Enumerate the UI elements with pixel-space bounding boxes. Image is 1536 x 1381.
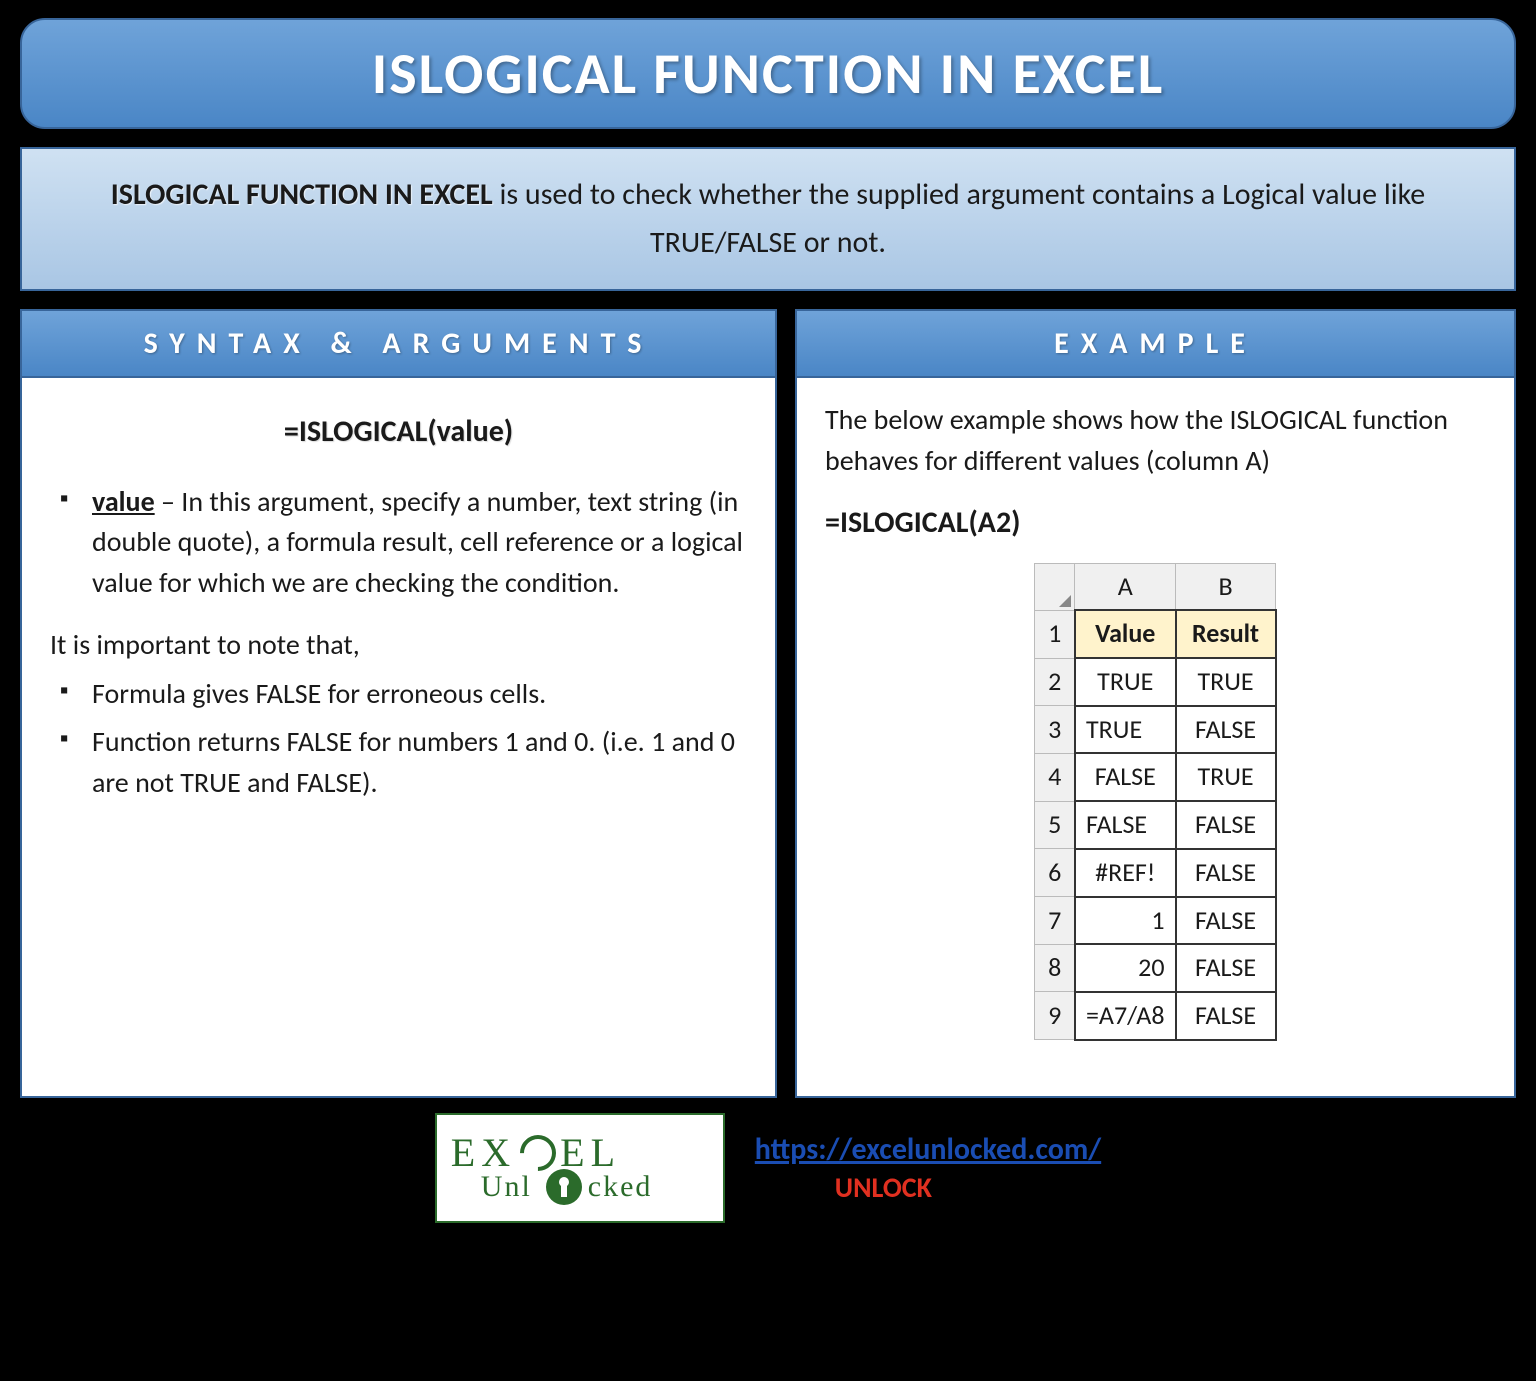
example-intro: The below example shows how the ISLOGICA…: [825, 400, 1486, 481]
footer-right: https://excelunlocked.com/ UNLOCK: [755, 1131, 1101, 1205]
keyhole-icon: [546, 1169, 582, 1205]
cell-a5: FALSE: [1075, 801, 1176, 849]
page-title: ISLOGICAL FUNCTION IN EXCEL: [42, 38, 1494, 109]
cell-b2: TRUE: [1176, 658, 1276, 706]
cell-a4: FALSE: [1075, 753, 1176, 801]
excel-table-wrap: A B 1 Value Result 2 TRUE TRUE 3: [825, 563, 1486, 1041]
argument-list: value – In this argument, specify a numb…: [50, 482, 747, 604]
cell-a7: 1: [1075, 897, 1176, 945]
columns: SYNTAX & ARGUMENTS =ISLOGICAL(value) val…: [20, 309, 1516, 1098]
cell-b4: TRUE: [1176, 753, 1276, 801]
logo-text-bottom: Unl: [481, 1170, 532, 1204]
header-cell-value: Value: [1075, 610, 1176, 658]
cell-a8: 20: [1075, 944, 1176, 992]
row-header: 2: [1035, 658, 1075, 706]
title-banner: ISLOGICAL FUNCTION IN EXCEL: [20, 18, 1516, 129]
syntax-header: SYNTAX & ARGUMENTS: [20, 309, 777, 378]
row-header: 1: [1035, 610, 1075, 658]
syntax-body: =ISLOGICAL(value) value – In this argume…: [20, 378, 777, 1098]
row-header: 7: [1035, 897, 1075, 945]
notes-intro: It is important to note that,: [50, 625, 747, 666]
notes-list: Formula gives FALSE for erroneous cells.…: [50, 674, 747, 804]
example-column: EXAMPLE The below example shows how the …: [795, 309, 1516, 1098]
footer-link[interactable]: https://excelunlocked.com/: [755, 1131, 1101, 1168]
row-header: 6: [1035, 849, 1075, 897]
cell-a9: =A7/A8: [1075, 992, 1176, 1040]
argument-label: value: [92, 484, 155, 519]
cell-a2: TRUE: [1075, 658, 1176, 706]
syntax-column: SYNTAX & ARGUMENTS =ISLOGICAL(value) val…: [20, 309, 777, 1098]
header-cell-result: Result: [1176, 610, 1276, 658]
cell-b9: FALSE: [1176, 992, 1276, 1040]
intro-box: ISLOGICAL FUNCTION IN EXCEL is used to c…: [20, 147, 1516, 291]
excel-table: A B 1 Value Result 2 TRUE TRUE 3: [1034, 563, 1276, 1041]
argument-desc: – In this argument, specify a number, te…: [92, 484, 743, 600]
cell-b7: FALSE: [1176, 897, 1276, 945]
example-body: The below example shows how the ISLOGICA…: [795, 378, 1516, 1098]
row-header: 8: [1035, 944, 1075, 992]
cell-b6: FALSE: [1176, 849, 1276, 897]
cell-b3: FALSE: [1176, 706, 1276, 754]
col-header-b: B: [1176, 563, 1276, 610]
cell-a3: TRUE: [1075, 706, 1176, 754]
row-header: 9: [1035, 992, 1075, 1040]
example-formula: =ISLOGICAL(A2): [825, 501, 1486, 545]
row-header: 5: [1035, 801, 1075, 849]
row-header: 3: [1035, 706, 1075, 754]
footer: EXEL Unl cked https://excelunlocked.com/…: [20, 1113, 1516, 1223]
note-item: Function returns FALSE for numbers 1 and…: [60, 722, 747, 803]
note-item: Formula gives FALSE for erroneous cells.: [60, 674, 747, 715]
intro-strong: ISLOGICAL FUNCTION IN EXCEL: [111, 176, 493, 213]
example-header: EXAMPLE: [795, 309, 1516, 378]
logo: EXEL Unl cked: [435, 1113, 725, 1223]
argument-item: value – In this argument, specify a numb…: [60, 482, 747, 604]
logo-text-bottom2: cked: [588, 1170, 653, 1204]
footer-unlock-text: UNLOCK: [835, 1170, 1101, 1205]
select-all-corner: [1035, 563, 1075, 610]
logo-text-top: EXEL: [451, 1133, 709, 1173]
syntax-formula: =ISLOGICAL(value): [50, 410, 747, 454]
cell-b8: FALSE: [1176, 944, 1276, 992]
col-header-a: A: [1075, 563, 1176, 610]
intro-rest: is used to check whether the supplied ar…: [493, 176, 1425, 261]
cell-b5: FALSE: [1176, 801, 1276, 849]
row-header: 4: [1035, 753, 1075, 801]
cell-a6: #REF!: [1075, 849, 1176, 897]
